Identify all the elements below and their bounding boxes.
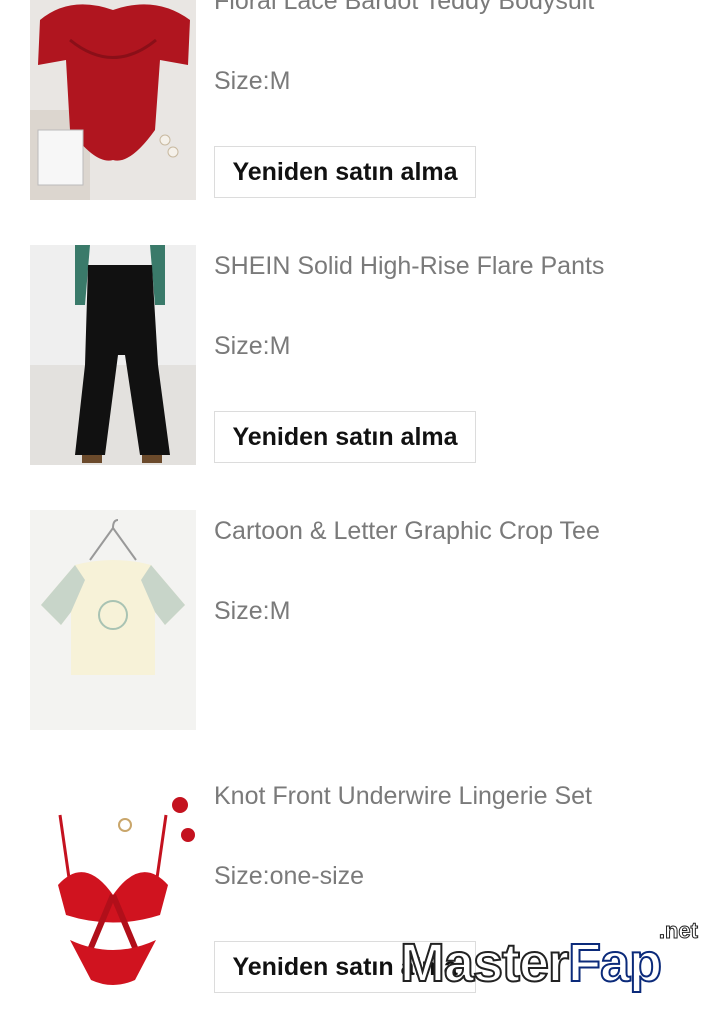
crop-tee-image (30, 510, 196, 730)
product-image[interactable] (30, 775, 196, 995)
order-item[interactable]: SHEIN Solid High-Rise Flare Pants Size:M… (0, 245, 708, 485)
watermark-suffix: .net (658, 918, 698, 944)
watermark-main: Master (399, 932, 570, 994)
lingerie-set-image (30, 775, 196, 995)
product-size: Size:one-size (214, 862, 365, 890)
repurchase-button[interactable]: Yeniden satın alma (214, 411, 476, 463)
order-item[interactable]: Cartoon & Letter Graphic Crop Tee Size:M (0, 510, 708, 750)
product-image[interactable] (30, 245, 196, 465)
product-title[interactable]: Knot Front Underwire Lingerie Set (214, 780, 684, 812)
product-image[interactable] (30, 510, 196, 730)
bodysuit-image (30, 0, 196, 200)
product-size: Size:M (214, 597, 291, 625)
product-title[interactable]: SHEIN Solid High-Rise Flare Pants (214, 250, 684, 282)
product-size: Size:M (214, 332, 291, 360)
watermark-accent: Fap (567, 932, 663, 994)
flare-pants-image (30, 245, 196, 465)
watermark-logo: MasterFap .net (399, 918, 700, 995)
product-image[interactable] (30, 0, 196, 200)
product-title[interactable]: Cartoon & Letter Graphic Crop Tee (214, 515, 684, 547)
product-title[interactable]: Floral Lace Bardot Teddy Bodysuit (214, 0, 684, 17)
product-size: Size:M (214, 67, 291, 95)
order-item[interactable]: Floral Lace Bardot Teddy Bodysuit Size:M… (0, 0, 708, 220)
repurchase-button[interactable]: Yeniden satın alma (214, 146, 476, 198)
